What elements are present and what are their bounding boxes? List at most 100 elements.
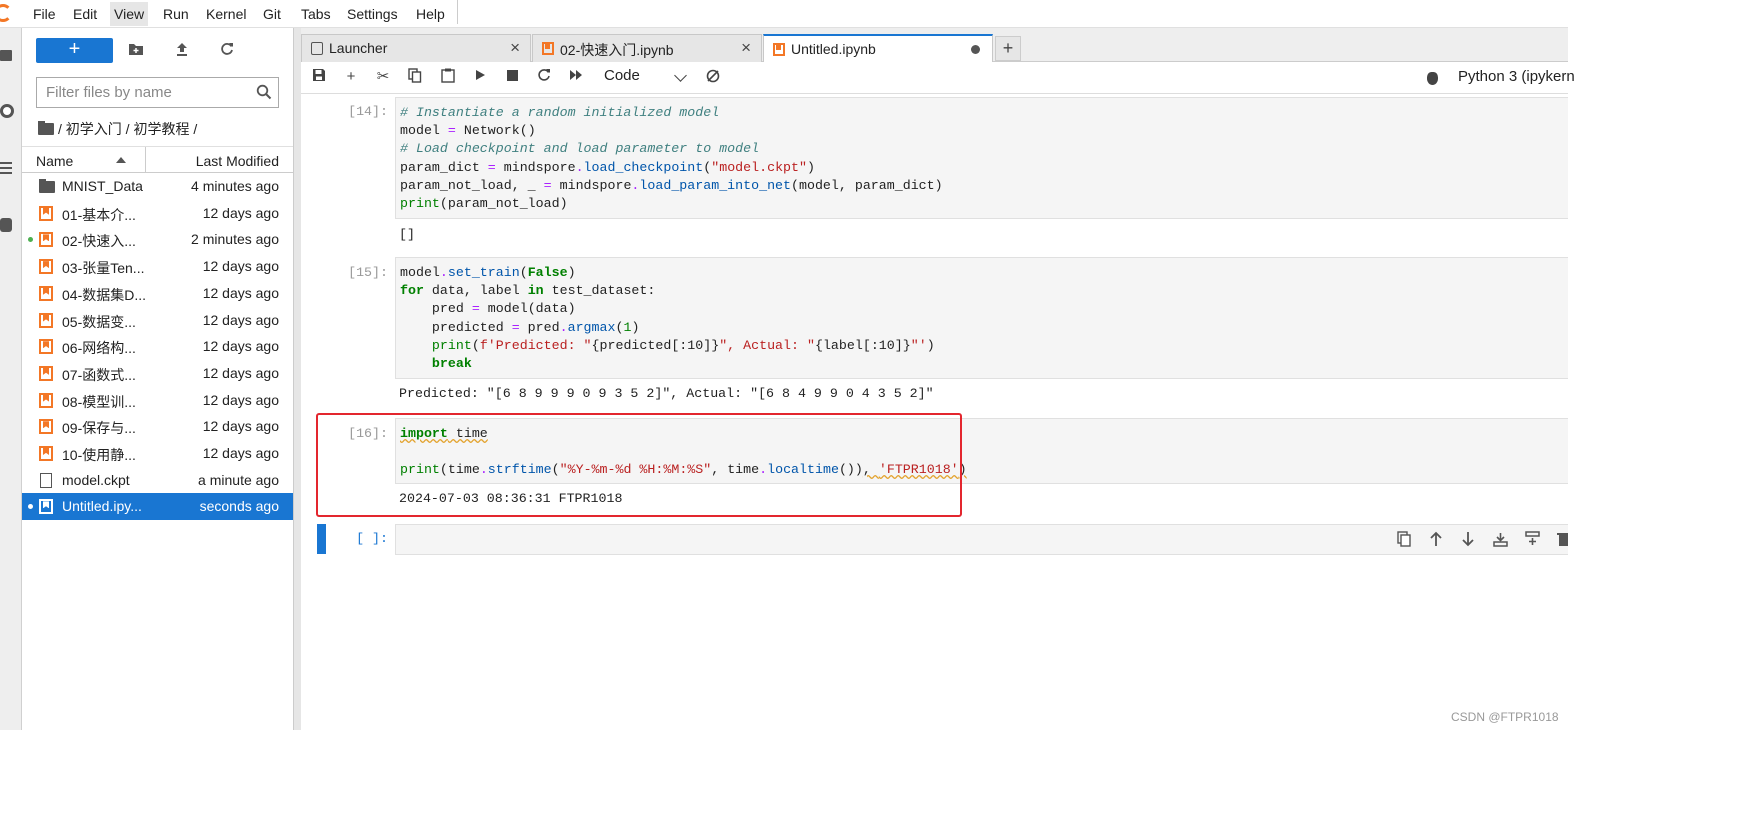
debugger-icon[interactable] [1427, 72, 1438, 85]
file-modified: 12 days ago [202, 364, 279, 381]
close-icon[interactable]: × [510, 38, 520, 58]
cell-prompt[interactable]: [14]: [308, 104, 388, 119]
running-icon[interactable] [0, 104, 14, 118]
cell-prompt[interactable]: [15]: [308, 265, 388, 280]
refresh-icon[interactable] [219, 42, 235, 58]
insert-cell-icon[interactable]: + [342, 68, 360, 86]
menu-file[interactable]: File [31, 6, 58, 22]
file-list-item[interactable]: Untitled.ipy... seconds ago [22, 493, 293, 521]
code-cell-14[interactable]: # Instantiate a random initialized model… [395, 97, 1568, 219]
copy-icon[interactable] [406, 68, 424, 86]
file-list-item[interactable]: 08-模型训... 12 days ago [22, 387, 293, 414]
move-down-icon[interactable] [1460, 531, 1476, 547]
paste-icon[interactable] [439, 68, 457, 86]
main-area: Launcher × 02-快速入门.ipynb × Untitled.ipyn… [301, 28, 1575, 730]
filter-files-field[interactable] [36, 77, 279, 108]
file-modified: 12 days ago [202, 204, 279, 221]
menu-edit[interactable]: Edit [71, 6, 99, 22]
notebook-icon [39, 285, 53, 301]
file-name: 05-数据变... [62, 313, 136, 330]
file-modified: a minute ago [198, 471, 279, 488]
move-up-icon[interactable] [1428, 531, 1444, 547]
menu-run[interactable]: Run [161, 6, 191, 22]
file-name: model.ckpt [62, 471, 130, 488]
notebook-icon [39, 232, 53, 248]
file-modified: 2 minutes ago [191, 231, 279, 248]
insert-below-icon[interactable] [1524, 531, 1540, 547]
folder-icon[interactable] [0, 50, 12, 61]
file-list-item[interactable]: 06-网络构... 12 days ago [22, 333, 293, 360]
panel-splitter[interactable] [293, 28, 301, 730]
column-divider[interactable] [145, 147, 146, 173]
file-modified: 12 days ago [202, 258, 279, 275]
upload-icon[interactable] [174, 42, 190, 58]
extension-icon[interactable] [0, 218, 12, 232]
running-dot-icon [28, 237, 33, 243]
kernel-name[interactable]: Python 3 (ipykern [1458, 68, 1575, 85]
chevron-down-icon[interactable] [674, 69, 687, 82]
file-list-item[interactable]: 07-函数式... 12 days ago [22, 360, 293, 387]
menu-git[interactable]: Git [261, 6, 283, 22]
file-list-item[interactable]: MNIST_Data 4 minutes ago [22, 173, 293, 200]
breadcrumb: / 初学入门 / 初学教程 / [38, 119, 197, 139]
menu-view[interactable]: View [110, 2, 149, 26]
menu-tabs[interactable]: Tabs [299, 6, 333, 22]
file-list-item[interactable]: 10-使用静... 12 days ago [22, 440, 293, 467]
folder-icon [39, 179, 55, 193]
new-launcher-button[interactable]: + [36, 38, 113, 63]
file-list-item[interactable]: 01-基本介... 12 days ago [22, 200, 293, 227]
menu-kernel[interactable]: Kernel [204, 6, 248, 22]
notebook-icon [39, 499, 53, 515]
menu-settings[interactable]: Settings [345, 6, 400, 22]
delete-cell-icon[interactable] [1556, 531, 1568, 547]
cut-icon[interactable]: ✂ [374, 68, 392, 86]
unsaved-dot-icon[interactable] [971, 45, 980, 54]
empty-code-cell[interactable] [395, 524, 1568, 555]
notebook-icon [773, 43, 785, 56]
new-folder-icon[interactable] [128, 42, 144, 58]
column-modified-header[interactable]: Last Modified [196, 153, 279, 169]
file-list-item[interactable]: 09-保存与... 12 days ago [22, 413, 293, 440]
file-name: MNIST_Data [62, 178, 143, 194]
file-list-item[interactable]: 05-数据变... 12 days ago [22, 307, 293, 334]
duplicate-cell-icon[interactable] [1396, 531, 1412, 547]
toc-icon[interactable] [0, 162, 12, 164]
git-diff-icon[interactable] [704, 68, 722, 86]
file-modified: 4 minutes ago [191, 178, 279, 194]
file-list-item[interactable]: model.ckpt a minute ago [22, 467, 293, 494]
stop-icon[interactable] [503, 68, 521, 86]
close-icon[interactable]: × [741, 38, 751, 58]
menu-separator [457, 0, 458, 24]
home-folder-icon[interactable] [38, 121, 54, 135]
column-name-header[interactable]: Name [36, 153, 73, 169]
add-tab-button[interactable]: + [995, 36, 1021, 61]
code-cell-15[interactable]: model.set_train(False) for data, label i… [395, 257, 1568, 379]
filter-files-input[interactable] [46, 78, 246, 106]
file-list-item[interactable]: 02-快速入... 2 minutes ago [22, 226, 293, 253]
tab-launcher[interactable]: Launcher × [301, 34, 531, 62]
launcher-icon [311, 42, 323, 55]
activity-bar [0, 28, 22, 730]
menu-help[interactable]: Help [414, 6, 447, 22]
tab-02-notebook[interactable]: 02-快速入门.ipynb × [532, 34, 762, 62]
tab-label: Untitled.ipynb [791, 41, 876, 57]
notebook-icon [39, 339, 53, 355]
file-list-item[interactable]: 04-数据集D... 12 days ago [22, 280, 293, 307]
file-list-item[interactable]: 03-张量Ten... 12 days ago [22, 253, 293, 280]
file-name: 06-网络构... [62, 340, 136, 357]
tab-untitled-notebook[interactable]: Untitled.ipynb [763, 34, 993, 63]
tab-label: Launcher [329, 40, 388, 56]
restart-icon[interactable] [535, 68, 553, 86]
file-name: 07-函数式... [62, 366, 136, 383]
breadcrumb-path[interactable]: / 初学入门 / 初学教程 / [58, 119, 197, 139]
run-icon[interactable] [471, 68, 489, 86]
cell-type-select[interactable]: Code [604, 67, 640, 84]
insert-above-icon[interactable] [1492, 531, 1508, 547]
save-icon[interactable] [310, 68, 328, 86]
fast-forward-icon[interactable] [567, 68, 585, 86]
cell-prompt[interactable]: [ ]: [308, 531, 388, 546]
file-modified: seconds ago [199, 498, 279, 515]
file-modified: 12 days ago [202, 391, 279, 408]
file-name: Untitled.ipy... [62, 498, 142, 515]
jupyter-logo-icon [0, 4, 12, 22]
